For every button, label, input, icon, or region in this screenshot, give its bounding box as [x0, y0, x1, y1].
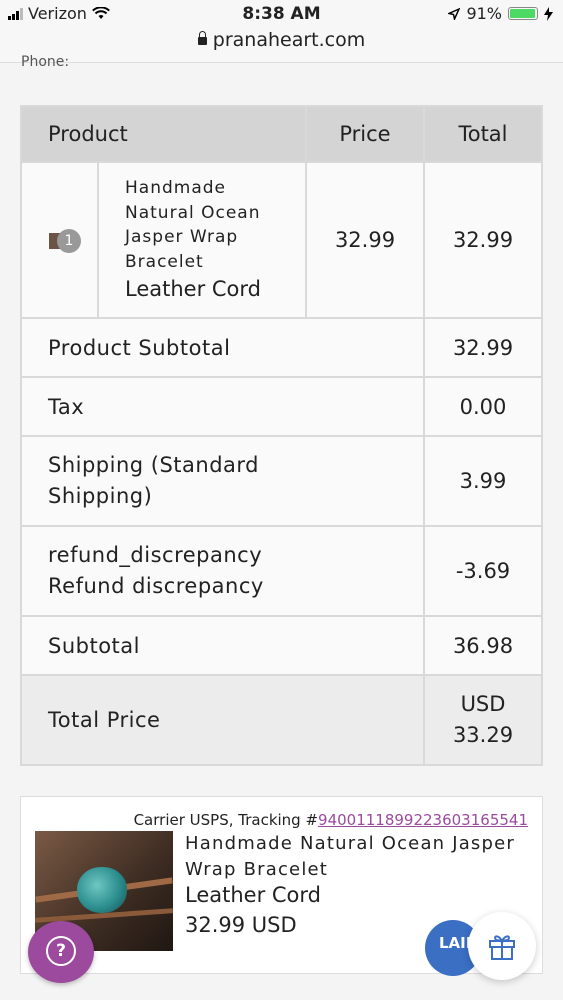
quantity-badge: 1	[57, 229, 81, 253]
fulfillment-product-title[interactable]: Handmade Natural Ocean Jasper Wrap Brace…	[185, 831, 530, 883]
url-text: pranaheart.com	[212, 29, 366, 51]
refund-value: -3.69	[423, 525, 543, 617]
battery-percent: 91%	[466, 4, 502, 23]
address-bar[interactable]: pranaheart.com	[0, 28, 563, 63]
total-price-row: Total Price USD 33.29	[20, 674, 543, 766]
gift-icon	[489, 935, 515, 960]
question-icon: ?	[46, 936, 76, 966]
tracking-link[interactable]: 9400111899223603165541	[318, 811, 528, 829]
fulfillment-product-price: 32.99 USD	[185, 913, 297, 937]
subtotal-row: Subtotal 36.98	[20, 615, 543, 676]
tracking-prefix: Carrier USPS, Tracking #	[133, 811, 319, 829]
status-bar: Verizon 8:38 AM 91%	[0, 0, 563, 30]
tracking-info: Carrier USPS, Tracking #9400111899223603…	[134, 811, 528, 829]
refund-description: Refund discrepancy	[48, 574, 264, 598]
phone-label: Phone:	[21, 54, 70, 70]
battery-icon	[508, 7, 538, 20]
line-item-image-cell: 1	[20, 161, 99, 319]
status-right: 91%	[448, 4, 553, 23]
product-subtotal-row: Product Subtotal 32.99	[20, 317, 543, 378]
charging-icon	[544, 6, 553, 21]
help-button[interactable]: ?	[28, 921, 94, 983]
header-product: Product	[20, 105, 307, 163]
line-item-total: 32.99	[423, 161, 543, 319]
header-price: Price	[305, 105, 425, 163]
shipping-value: 3.99	[423, 435, 543, 527]
shipping-row: Shipping (Standard Shipping) 3.99	[20, 435, 543, 527]
product-subtotal-label: Product Subtotal	[20, 317, 425, 378]
fulfillment-product-variant: Leather Cord	[185, 883, 321, 907]
refund-code: refund_discrepancy	[48, 543, 263, 567]
order-summary-table: Product Price Total 1 Handmade Natural O…	[20, 105, 543, 766]
total-price-label: Total Price	[20, 674, 425, 766]
total-currency: USD	[460, 692, 506, 716]
total-price-value: 33.29	[452, 723, 514, 747]
location-icon	[448, 7, 461, 20]
line-item-name-cell: Handmade Natural Ocean Jasper Wrap Brace…	[97, 161, 307, 319]
tax-value: 0.00	[423, 376, 543, 437]
line-item-price: 32.99	[305, 161, 425, 319]
product-subtotal-value: 32.99	[423, 317, 543, 378]
header-total: Total	[423, 105, 543, 163]
lock-icon	[197, 31, 207, 45]
refund-row: refund_discrepancy Refund discrepancy -3…	[20, 525, 543, 617]
table-header: Product Price Total	[20, 105, 543, 163]
line-item-row: 1 Handmade Natural Ocean Jasper Wrap Bra…	[20, 161, 543, 319]
rewards-button[interactable]	[468, 912, 536, 980]
tax-row: Tax 0.00	[20, 376, 543, 437]
subtotal-value: 36.98	[423, 615, 543, 676]
line-item-variant: Leather Cord	[125, 277, 261, 301]
shipping-label: Shipping (Standard Shipping)	[48, 453, 260, 508]
tax-label: Tax	[20, 376, 425, 437]
line-item-title[interactable]: Handmade Natural Ocean Jasper Wrap Brace…	[125, 176, 275, 274]
subtotal-label: Subtotal	[20, 615, 425, 676]
